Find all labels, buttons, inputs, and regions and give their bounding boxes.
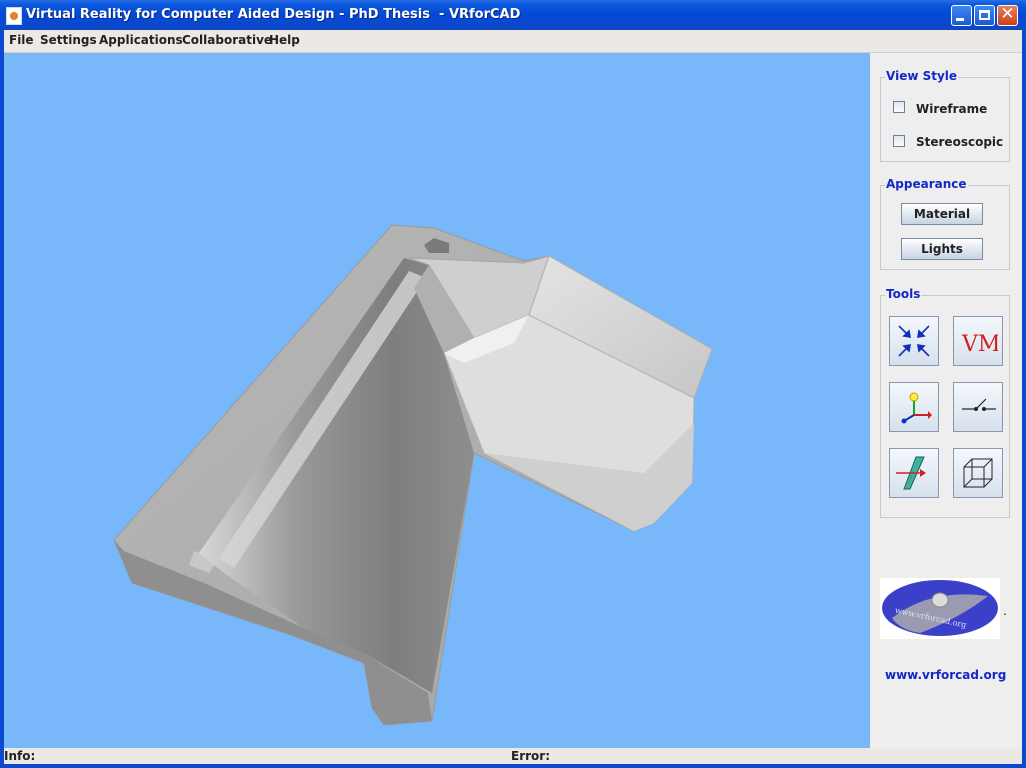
vm-icon: VM bbox=[961, 332, 998, 357]
wireframe-checkbox[interactable] bbox=[893, 101, 905, 113]
section-plane-icon bbox=[896, 456, 926, 490]
menu-file[interactable]: File bbox=[9, 33, 34, 47]
connection-icon bbox=[962, 398, 996, 411]
menu-collaborative[interactable]: Collaborative bbox=[182, 33, 272, 47]
cad-model[interactable] bbox=[4, 53, 870, 748]
axes-icon bbox=[901, 392, 932, 424]
maximize-icon bbox=[979, 10, 990, 20]
vm-tool-button[interactable]: VM bbox=[953, 316, 1003, 366]
view-style-group: View Style Wireframe Stereoscopic bbox=[880, 69, 1010, 162]
bounding-box-icon bbox=[963, 458, 993, 488]
view-style-title: View Style bbox=[885, 69, 959, 83]
window-title: Virtual Reality for Computer Aided Desig… bbox=[26, 7, 521, 22]
section-plane-tool-button[interactable] bbox=[889, 448, 939, 498]
status-bar: Info: Error: bbox=[4, 748, 1022, 764]
menu-help[interactable]: Help bbox=[269, 33, 300, 47]
connection-tool-button[interactable] bbox=[953, 382, 1003, 432]
java-app-icon[interactable] bbox=[6, 7, 22, 25]
menu-bar: File Settings Applications Collaborative… bbox=[4, 30, 1022, 53]
menu-applications[interactable]: Applications bbox=[99, 33, 183, 47]
window-border-right bbox=[1022, 30, 1026, 768]
error-label: Error: bbox=[511, 749, 550, 763]
menu-settings[interactable]: Settings bbox=[40, 33, 97, 47]
appearance-group: Appearance Material Lights bbox=[880, 177, 1010, 270]
zoom-fit-tool-button[interactable] bbox=[889, 316, 939, 366]
stereoscopic-checkbox[interactable] bbox=[893, 135, 905, 147]
window-border-bottom bbox=[0, 764, 1026, 768]
close-icon: ✕ bbox=[1000, 4, 1015, 24]
material-button[interactable]: Material bbox=[901, 203, 983, 225]
tools-group: Tools VM bbox=[880, 287, 1010, 518]
axes-tool-button[interactable] bbox=[889, 382, 939, 432]
bounding-box-tool-button[interactable] bbox=[953, 448, 1003, 498]
side-panel: View Style Wireframe Stereoscopic Appear… bbox=[870, 53, 1022, 748]
minimize-icon bbox=[956, 18, 964, 21]
separator-dot: . bbox=[1003, 604, 1007, 618]
title-bar: Virtual Reality for Computer Aided Desig… bbox=[0, 0, 1026, 30]
maximize-button[interactable] bbox=[974, 5, 995, 26]
tools-title: Tools bbox=[885, 287, 922, 301]
appearance-title: Appearance bbox=[885, 177, 968, 191]
minimize-button[interactable] bbox=[951, 5, 972, 26]
wireframe-label: Wireframe bbox=[916, 102, 988, 116]
stereoscopic-label: Stereoscopic bbox=[916, 135, 1004, 149]
vrforcad-logo: www.vrforcad.org bbox=[880, 578, 1000, 639]
3d-viewport[interactable] bbox=[4, 53, 870, 748]
arrows-inward-icon bbox=[898, 325, 930, 357]
website-link[interactable]: www.vrforcad.org bbox=[885, 668, 1006, 682]
svg-text:VM: VM bbox=[961, 332, 998, 357]
info-label: Info: bbox=[4, 749, 36, 763]
close-button[interactable]: ✕ bbox=[997, 5, 1018, 26]
lights-button[interactable]: Lights bbox=[901, 238, 983, 260]
